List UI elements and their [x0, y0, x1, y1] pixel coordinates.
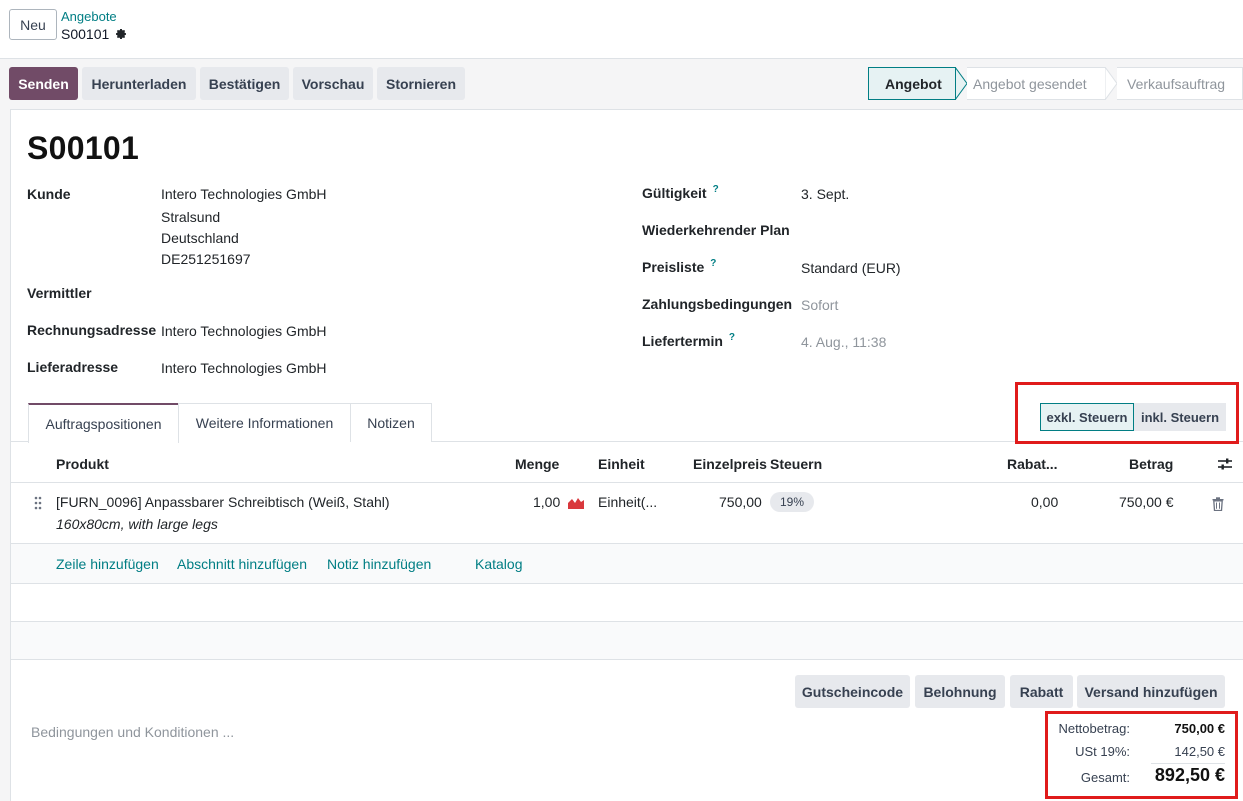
delivery-address-label: Lieferadresse — [27, 359, 119, 375]
help-icon[interactable]: ? — [729, 332, 735, 343]
reward-button[interactable]: Belohnung — [915, 675, 1005, 708]
pricelist-label-text: Preisliste — [642, 259, 705, 275]
tab-notes[interactable]: Notizen — [350, 403, 432, 442]
referrer-label: Vermittler — [27, 285, 92, 301]
line-unit-price[interactable]: 750,00 — [719, 494, 762, 510]
delivery-date-label-text: Liefertermin — [642, 333, 723, 349]
invoice-address-label: Rechnungsadresse — [27, 322, 157, 338]
gear-icon[interactable] — [115, 28, 127, 40]
trash-icon[interactable] — [1212, 497, 1224, 511]
add-note-link[interactable]: Notiz hinzufügen — [327, 556, 431, 572]
tab-order-lines[interactable]: Auftragspositionen — [28, 403, 179, 443]
invoice-address-field[interactable]: Intero Technologies GmbH — [161, 323, 327, 339]
stage-quotation-sent[interactable]: Angebot gesendet — [967, 67, 1105, 100]
stage-sales-order-label: Verkaufsauftrag — [1127, 75, 1226, 92]
breadcrumb-current: S00101 — [61, 26, 127, 42]
line-discount[interactable]: 0,00 — [1031, 494, 1058, 510]
add-shipping-button[interactable]: Versand hinzufügen — [1077, 675, 1225, 708]
control-panel: Neu Angebote S00101 — [0, 0, 1243, 59]
col-discount[interactable]: Rabat... — [1007, 456, 1058, 472]
highlight-frame — [1015, 382, 1239, 444]
status-bar: Angebot Angebot gesendet Verkaufsauftrag — [868, 67, 1243, 100]
line-quantity[interactable]: 1,00 — [533, 494, 560, 510]
delivery-date-field[interactable]: 4. Aug., 11:38 — [801, 334, 886, 350]
tax-badge[interactable]: 19% — [770, 492, 814, 512]
breadcrumb-current-label: S00101 — [61, 26, 110, 42]
stage-quotation-sent-label: Angebot gesendet — [973, 75, 1087, 92]
stage-quotation[interactable]: Angebot — [868, 67, 956, 100]
tab-other-info[interactable]: Weitere Informationen — [178, 403, 351, 442]
drag-handle-icon[interactable] — [33, 495, 43, 511]
delivery-address-field[interactable]: Intero Technologies GmbH — [161, 360, 327, 376]
col-uom[interactable]: Einheit — [598, 456, 645, 472]
help-icon[interactable]: ? — [713, 184, 719, 195]
pricelist-field[interactable]: Standard (EUR) — [801, 260, 901, 276]
row-divider — [11, 659, 1243, 660]
header-divider — [11, 482, 1243, 483]
stage-arrow-icon — [1105, 67, 1117, 100]
payment-terms-label: Zahlungsbedingungen — [642, 296, 793, 312]
add-section-link[interactable]: Abschnitt hinzufügen — [177, 556, 307, 572]
recurring-plan-label: Wiederkehrender Plan — [642, 222, 790, 238]
preview-button[interactable]: Vorschau — [293, 67, 373, 100]
catalog-link[interactable]: Katalog — [475, 556, 522, 572]
discount-button[interactable]: Rabatt — [1010, 675, 1073, 708]
validity-label: Gültigkeit? — [642, 184, 719, 201]
line-description[interactable]: 160x80cm, with large legs — [56, 516, 218, 532]
col-product[interactable]: Produkt — [56, 456, 109, 472]
col-amount[interactable]: Betrag — [1129, 456, 1173, 472]
send-button[interactable]: Senden — [9, 67, 78, 100]
confirm-button[interactable]: Bestätigen — [200, 67, 289, 100]
stage-sales-order[interactable]: Verkaufsauftrag — [1117, 67, 1243, 100]
coupon-button[interactable]: Gutscheincode — [795, 675, 910, 708]
stage-arrow-icon — [955, 67, 967, 100]
pricelist-label: Preisliste? — [642, 258, 716, 275]
cancel-button[interactable]: Stornieren — [377, 67, 465, 100]
delivery-date-label: Liefertermin? — [642, 332, 735, 349]
form-sheet: S00101 Kunde Intero Technologies GmbH St… — [10, 109, 1243, 801]
record-title: S00101 — [27, 130, 140, 166]
line-amount: 750,00 € — [1119, 494, 1174, 510]
forecast-chart-icon[interactable] — [568, 496, 584, 509]
customer-city: Stralsund — [161, 209, 221, 225]
empty-row — [11, 622, 1243, 659]
add-line-link[interactable]: Zeile hinzufügen — [56, 556, 159, 572]
terms-field[interactable]: Bedingungen und Konditionen ... — [31, 724, 234, 740]
col-quantity[interactable]: Menge — [515, 456, 559, 472]
validity-label-text: Gültigkeit — [642, 185, 707, 201]
new-button[interactable]: Neu — [9, 9, 57, 40]
stage-quotation-label: Angebot — [885, 75, 942, 92]
customer-name[interactable]: Intero Technologies GmbH — [161, 186, 327, 202]
payment-terms-field[interactable]: Sofort — [801, 297, 838, 313]
validity-field[interactable]: 3. Sept. — [801, 186, 849, 202]
download-button[interactable]: Herunterladen — [82, 67, 196, 100]
line-product[interactable]: [FURN_0096] Anpassbarer Schreibtisch (We… — [56, 494, 390, 510]
row-divider — [11, 583, 1243, 584]
col-taxes[interactable]: Steuern — [770, 456, 822, 472]
customer-vat: DE251251697 — [161, 251, 251, 267]
help-icon[interactable]: ? — [710, 258, 716, 269]
breadcrumb-parent[interactable]: Angebote — [61, 9, 117, 24]
line-uom[interactable]: Einheit(... — [598, 494, 657, 510]
customer-label: Kunde — [27, 186, 71, 202]
customer-country: Deutschland — [161, 230, 239, 246]
col-unit-price[interactable]: Einzelpreis — [693, 456, 767, 472]
optional-columns-icon[interactable] — [1217, 456, 1233, 472]
highlight-frame — [1045, 711, 1238, 799]
